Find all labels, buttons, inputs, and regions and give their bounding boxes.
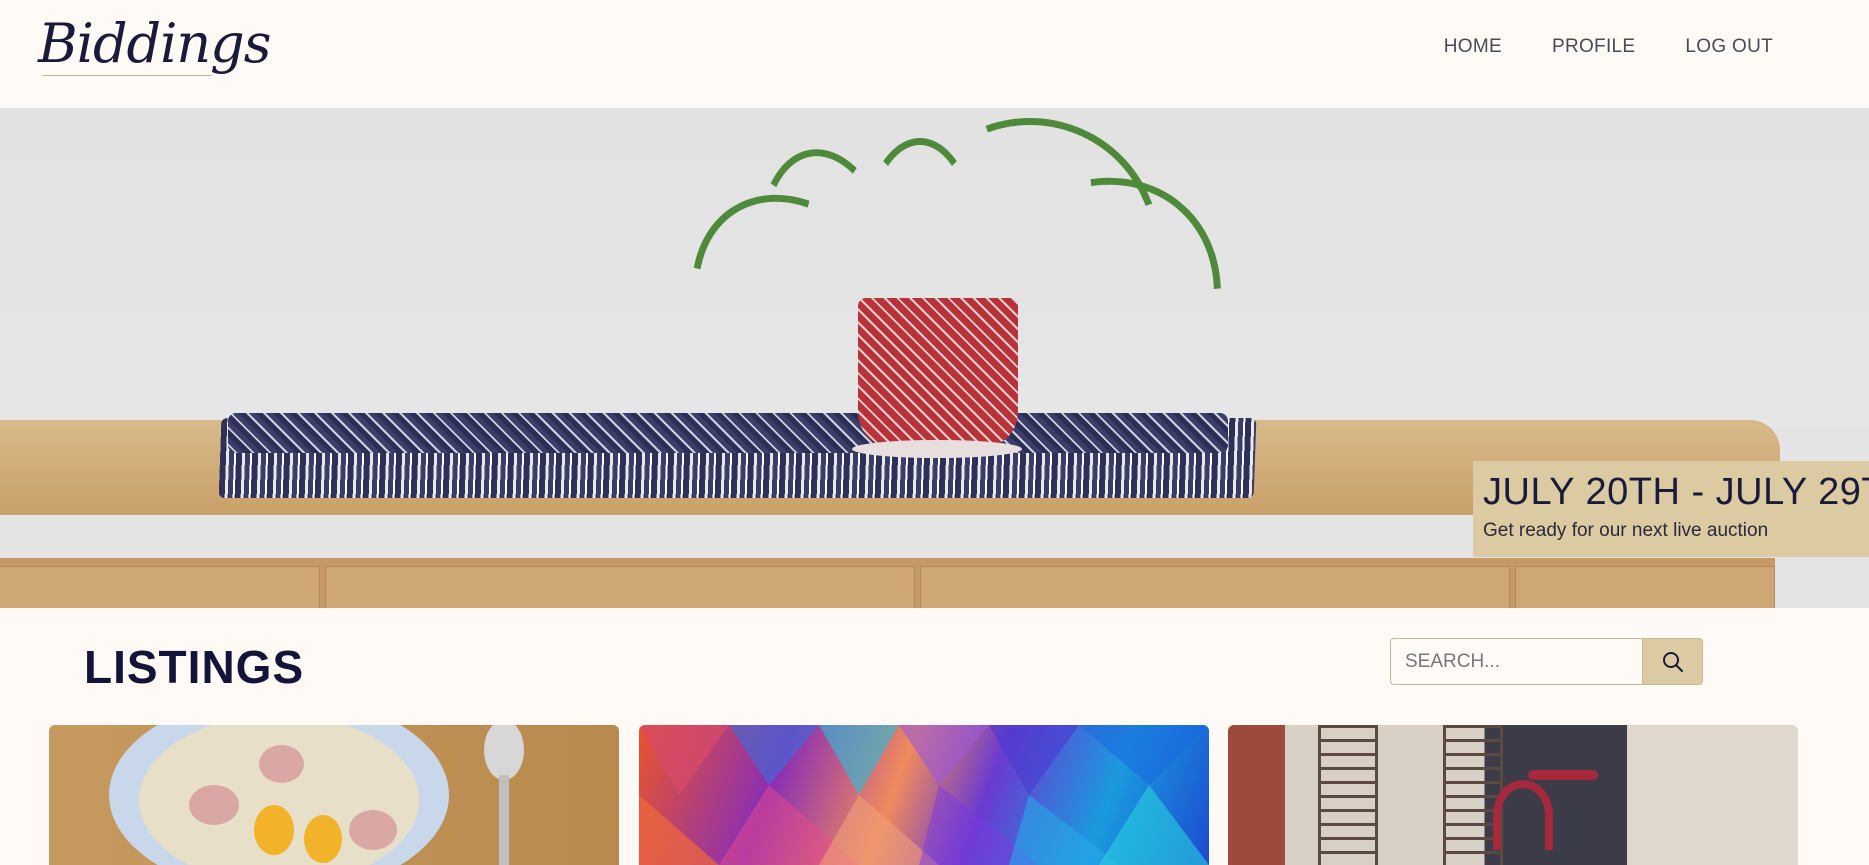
listing-image-spoon bbox=[484, 725, 524, 780]
search-button[interactable] bbox=[1642, 638, 1703, 685]
listing-card[interactable] bbox=[639, 725, 1209, 865]
listing-image-ladder bbox=[1318, 725, 1378, 865]
listing-image-bike-frame bbox=[1493, 780, 1553, 850]
nav-profile[interactable]: PROFILE bbox=[1552, 36, 1635, 58]
event-subtitle: Get ready for our next live auction bbox=[1483, 520, 1769, 541]
search-input[interactable] bbox=[1390, 638, 1642, 685]
hero-drawer bbox=[920, 566, 1510, 608]
hero-drawer bbox=[0, 566, 320, 608]
logo-underline bbox=[42, 75, 212, 76]
listing-image-detail bbox=[304, 815, 342, 863]
plant-saucer bbox=[852, 440, 1022, 458]
event-dates: JULY 20TH - JULY 29TH bbox=[1483, 471, 1869, 513]
listing-image-detail bbox=[259, 745, 304, 783]
logo[interactable]: Biddings bbox=[38, 12, 271, 75]
listing-image-bike-handlebar bbox=[1528, 770, 1598, 780]
hero-drawer bbox=[1515, 566, 1775, 608]
listing-image-spoon-handle bbox=[499, 775, 509, 865]
hero-banner: JULY 20TH - JULY 29TH Get ready for our … bbox=[0, 108, 1869, 608]
main-nav: HOME PROFILE LOG OUT bbox=[1444, 36, 1773, 58]
nav-home[interactable]: HOME bbox=[1444, 36, 1502, 58]
event-banner: JULY 20TH - JULY 29TH Get ready for our … bbox=[1473, 461, 1869, 557]
nav-log-out[interactable]: LOG OUT bbox=[1685, 36, 1773, 58]
listing-image-detail bbox=[189, 785, 239, 825]
hero-drawer bbox=[325, 566, 915, 608]
search-form bbox=[1390, 638, 1703, 685]
listing-image-detail bbox=[349, 810, 397, 850]
plant-pot bbox=[858, 298, 1018, 448]
listing-image-detail bbox=[254, 805, 294, 855]
site-header: Biddings HOME PROFILE LOG OUT bbox=[0, 0, 1869, 108]
listing-card[interactable] bbox=[49, 725, 619, 865]
listing-card[interactable] bbox=[1228, 725, 1798, 865]
listing-image-polygons bbox=[639, 725, 1209, 865]
search-icon bbox=[1662, 651, 1683, 672]
listings-title: LISTINGS bbox=[84, 641, 305, 693]
